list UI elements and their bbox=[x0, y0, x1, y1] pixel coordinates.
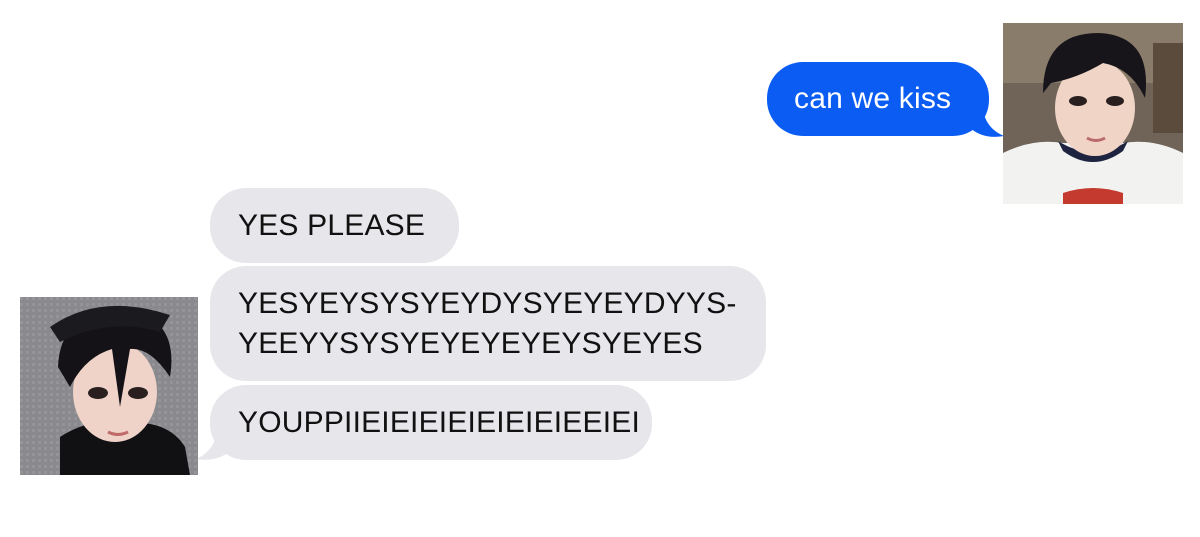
received-message-text-line: YESYEYSYSYEYDYSYEYEYDYYS- bbox=[238, 287, 737, 320]
sent-message-text: can we kiss bbox=[794, 82, 952, 115]
received-bubble-tail bbox=[196, 425, 234, 460]
receiver-avatar-photo bbox=[20, 297, 198, 475]
received-message-bubble[interactable]: YES PLEASE bbox=[210, 188, 459, 263]
received-message-bubble[interactable]: YOUPPIIEIEIEIEIEIEIEIEEIEI bbox=[210, 385, 652, 460]
sender-avatar[interactable] bbox=[1003, 23, 1183, 204]
sender-avatar-photo bbox=[1003, 23, 1183, 204]
received-message-text: YOUPPIIEIEIEIEIEIEIEIEEIEI bbox=[238, 406, 641, 439]
received-message-bubble[interactable]: YESYEYSYSYEYDYSYEYEYDYYS- YEEYYSYSYEYEYE… bbox=[210, 266, 766, 381]
receiver-avatar[interactable] bbox=[20, 297, 198, 475]
sent-message-bubble[interactable]: can we kiss bbox=[767, 62, 989, 136]
received-message-text: YES PLEASE bbox=[238, 209, 426, 242]
received-message-text-line: YEEYYSYSYEYEYEYEYSYEYES bbox=[238, 327, 703, 360]
sent-bubble-tail bbox=[968, 104, 1004, 137]
